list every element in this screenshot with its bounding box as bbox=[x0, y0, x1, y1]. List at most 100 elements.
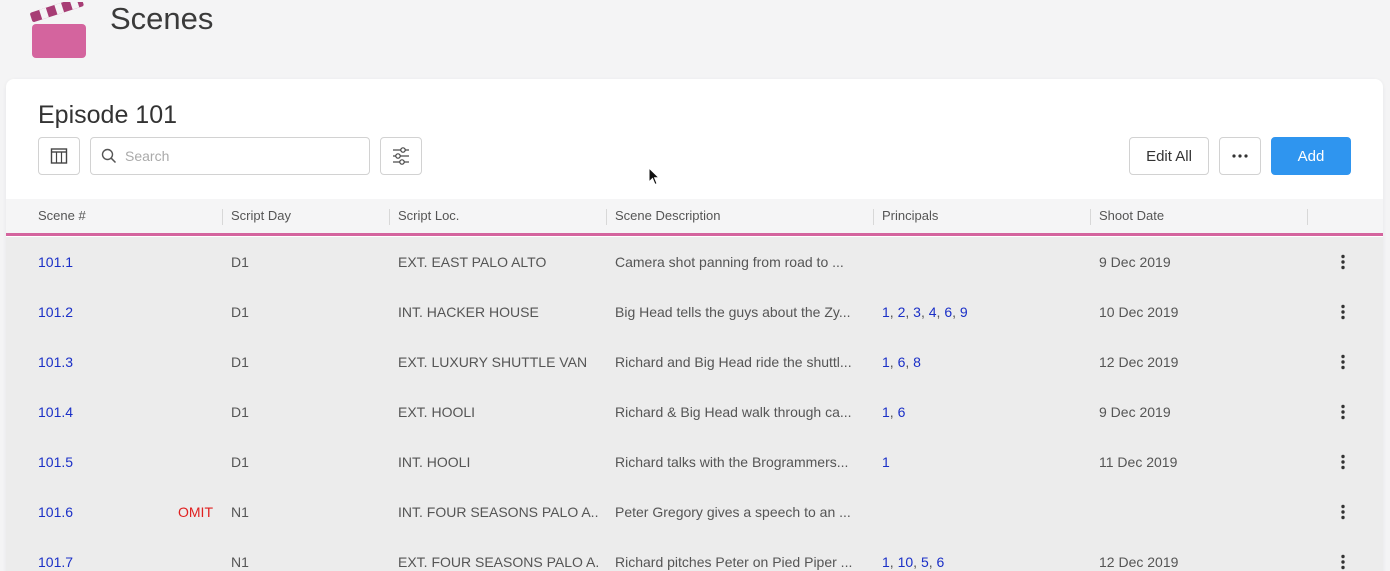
kebab-menu-icon bbox=[1341, 504, 1345, 520]
mouse-cursor-icon bbox=[648, 167, 660, 186]
principal-separator: , bbox=[905, 354, 914, 370]
edit-all-button[interactable]: Edit All bbox=[1129, 137, 1209, 175]
column-divider[interactable] bbox=[873, 209, 874, 225]
principal-link[interactable]: 10 bbox=[898, 554, 914, 570]
row-actions-button[interactable] bbox=[1331, 487, 1355, 537]
search-icon bbox=[101, 148, 117, 164]
more-horizontal-icon bbox=[1232, 154, 1248, 158]
search-field[interactable] bbox=[90, 137, 370, 175]
principal-separator: , bbox=[905, 304, 914, 320]
scene-number-link[interactable]: 101.3 bbox=[38, 337, 73, 387]
scene-description-cell: Peter Gregory gives a speech to an ... bbox=[615, 504, 851, 520]
filter-button[interactable] bbox=[380, 137, 422, 175]
shoot-date-cell: 9 Dec 2019 bbox=[1099, 404, 1171, 420]
scene-number-link[interactable]: 101.2 bbox=[38, 287, 73, 337]
script-location-cell: EXT. EAST PALO ALTO bbox=[398, 254, 547, 270]
principals-cell: 1, 6 bbox=[882, 387, 905, 437]
script-day-cell: N1 bbox=[231, 504, 249, 520]
principal-separator: , bbox=[889, 404, 898, 420]
table-row[interactable]: 101.2 D1 INT. HACKER HOUSE Big Head tells t… bbox=[6, 287, 1383, 337]
columns-icon bbox=[50, 148, 68, 164]
row-actions-button[interactable] bbox=[1331, 537, 1355, 571]
principal-link[interactable]: 1 bbox=[882, 554, 890, 570]
table-row[interactable]: 101.5 D1 INT. HOOLI Richard talks with the … bbox=[6, 437, 1383, 487]
scene-number-link[interactable]: 101.6 bbox=[38, 487, 73, 537]
table-row[interactable]: 101.1 D1 EXT. EAST PALO ALTO Camera shot pa… bbox=[6, 237, 1383, 287]
row-actions-button[interactable] bbox=[1331, 437, 1355, 487]
app-header: Scenes bbox=[0, 0, 1390, 70]
principal-separator: , bbox=[889, 354, 898, 370]
row-actions-button[interactable] bbox=[1331, 287, 1355, 337]
shoot-date-cell: 12 Dec 2019 bbox=[1099, 554, 1179, 570]
table-row[interactable]: 101.6 OMIT N1 INT. FOUR SEASONS PALO A... Pe… bbox=[6, 487, 1383, 537]
principal-link[interactable]: 1 bbox=[882, 354, 890, 370]
principal-link[interactable]: 9 bbox=[960, 304, 968, 320]
kebab-menu-icon bbox=[1341, 354, 1345, 370]
scene-description-cell: Richard talks with the Brogrammers... bbox=[615, 454, 849, 470]
scene-description-cell: Camera shot panning from road to ... bbox=[615, 254, 844, 270]
principal-link[interactable]: 3 bbox=[913, 304, 921, 320]
principal-separator: , bbox=[952, 304, 960, 320]
script-location-cell: INT. HOOLI bbox=[398, 454, 471, 470]
script-day-cell: D1 bbox=[231, 404, 249, 420]
row-actions-button[interactable] bbox=[1331, 387, 1355, 437]
principal-link[interactable]: 1 bbox=[882, 304, 890, 320]
column-header-script-loc[interactable]: Script Loc. bbox=[398, 199, 459, 233]
row-actions-button[interactable] bbox=[1331, 237, 1355, 287]
table-header: Scene # Script Day Script Loc. Scene Des… bbox=[6, 199, 1383, 236]
column-divider[interactable] bbox=[606, 209, 607, 225]
principals-cell: 1, 2, 3, 4, 6, 9 bbox=[882, 287, 968, 337]
principal-link[interactable]: 5 bbox=[921, 554, 929, 570]
principal-link[interactable]: 6 bbox=[898, 404, 906, 420]
row-actions-button[interactable] bbox=[1331, 337, 1355, 387]
scene-number-link[interactable]: 101.7 bbox=[38, 537, 73, 571]
scene-number-link[interactable]: 101.1 bbox=[38, 237, 73, 287]
kebab-menu-icon bbox=[1341, 454, 1345, 470]
script-day-cell: N1 bbox=[231, 554, 249, 570]
column-header-scene-description[interactable]: Scene Description bbox=[615, 199, 721, 233]
column-divider[interactable] bbox=[222, 209, 223, 225]
table-row[interactable]: 101.4 D1 EXT. HOOLI Richard & Big Head walk… bbox=[6, 387, 1383, 437]
principal-link[interactable]: 8 bbox=[913, 354, 921, 370]
columns-button[interactable] bbox=[38, 137, 80, 175]
column-header-principals[interactable]: Principals bbox=[882, 199, 938, 233]
scenes-table-body: 101.1 D1 EXT. EAST PALO ALTO Camera shot pa… bbox=[6, 237, 1383, 571]
scene-description-cell: Richard pitches Peter on Pied Piper ... bbox=[615, 554, 853, 570]
principal-link[interactable]: 4 bbox=[929, 304, 937, 320]
shoot-date-cell: 11 Dec 2019 bbox=[1099, 454, 1178, 470]
scene-number-link[interactable]: 101.5 bbox=[38, 437, 73, 487]
script-day-cell: D1 bbox=[231, 304, 249, 320]
search-input[interactable] bbox=[125, 148, 355, 164]
more-options-button[interactable] bbox=[1219, 137, 1261, 175]
principal-separator: , bbox=[920, 304, 929, 320]
clapperboard-icon bbox=[30, 2, 86, 58]
principals-cell: 1, 10, 5, 6 bbox=[882, 537, 944, 571]
shoot-date-cell: 9 Dec 2019 bbox=[1099, 254, 1171, 270]
column-header-scene[interactable]: Scene # bbox=[38, 199, 86, 233]
table-row[interactable]: 101.7 N1 EXT. FOUR SEASONS PALO A... Richar… bbox=[6, 537, 1383, 571]
page-title: Scenes bbox=[110, 1, 214, 36]
principals-cell: 1 bbox=[882, 437, 890, 487]
scene-description-cell: Richard and Big Head ride the shuttl... bbox=[615, 354, 852, 370]
kebab-menu-icon bbox=[1341, 254, 1345, 270]
column-divider[interactable] bbox=[1307, 209, 1308, 225]
principal-link[interactable]: 1 bbox=[882, 454, 890, 470]
column-header-shoot-date[interactable]: Shoot Date bbox=[1099, 199, 1164, 233]
principal-link[interactable]: 1 bbox=[882, 404, 890, 420]
column-header-script-day[interactable]: Script Day bbox=[231, 199, 291, 233]
shoot-date-cell: 10 Dec 2019 bbox=[1099, 304, 1179, 320]
column-divider[interactable] bbox=[1090, 209, 1091, 225]
script-day-cell: D1 bbox=[231, 354, 249, 370]
column-divider[interactable] bbox=[389, 209, 390, 225]
script-location-cell: EXT. FOUR SEASONS PALO A... bbox=[398, 554, 598, 570]
scene-description-cell: Richard & Big Head walk through ca... bbox=[615, 404, 852, 420]
scene-number-link[interactable]: 101.4 bbox=[38, 387, 73, 437]
principal-link[interactable]: 6 bbox=[944, 304, 952, 320]
omit-badge: OMIT bbox=[178, 504, 213, 520]
add-button[interactable]: Add bbox=[1271, 137, 1351, 175]
script-day-cell: D1 bbox=[231, 454, 249, 470]
table-row[interactable]: 101.3 D1 EXT. LUXURY SHUTTLE VAN Richard an… bbox=[6, 337, 1383, 387]
script-location-cell: INT. HACKER HOUSE bbox=[398, 304, 539, 320]
principal-separator: , bbox=[928, 554, 937, 570]
principal-link[interactable]: 6 bbox=[937, 554, 945, 570]
